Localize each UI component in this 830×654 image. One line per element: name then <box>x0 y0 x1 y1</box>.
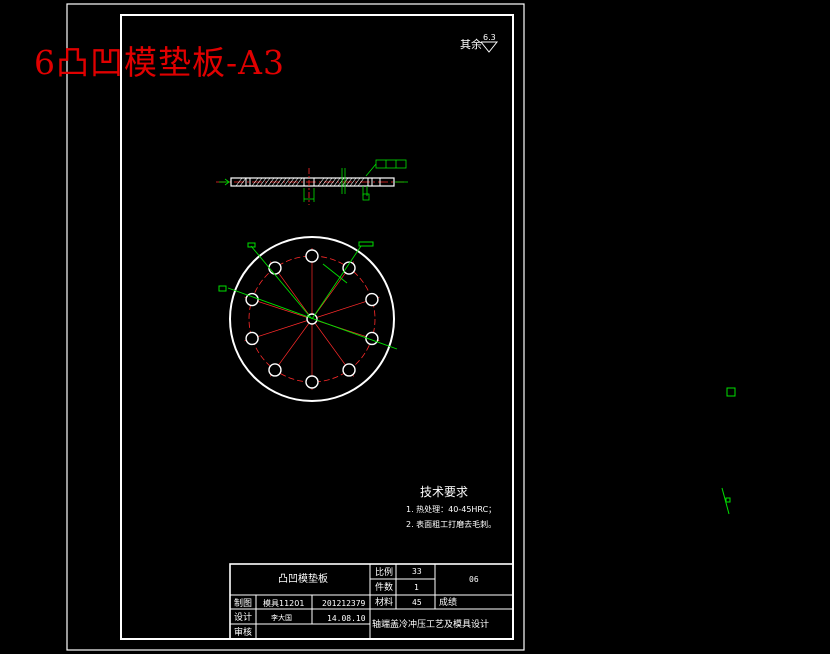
bolt-hole <box>268 261 282 275</box>
dimension-leader <box>311 245 362 320</box>
dimension-tag <box>218 285 227 292</box>
review-label: 审核 <box>234 626 252 638</box>
designer-label: 设计 <box>234 611 252 623</box>
stray-marker-arrow <box>721 487 731 515</box>
tech-requirements: 技术要求 1. 热处理：40-45HRC； 2. 表面粗工打磨去毛刺。 <box>406 485 496 529</box>
dimension-tag <box>358 241 374 247</box>
scale-value: 33 <box>412 567 422 576</box>
sheet-inner-frame <box>120 14 514 640</box>
section-view <box>216 159 408 205</box>
drawing-canvas: 其余 6.3 技术要求 1. 热处理：40-45HRC； 2. 表面粗工打磨去毛… <box>66 3 736 651</box>
tech-requirement-2: 2. 表面粗工打磨去毛刺。 <box>406 519 496 529</box>
qty-label: 件数 <box>375 581 393 593</box>
roughness-triangle-icon <box>480 41 499 53</box>
tech-requirement-1: 1. 热处理：40-45HRC； <box>406 504 496 514</box>
roughness-value: 6.3 <box>483 33 496 42</box>
sheet-outer-border <box>66 3 525 651</box>
material-label: 材料 <box>375 596 393 608</box>
scale-label: 比例 <box>375 566 393 578</box>
tech-requirements-title: 技术要求 <box>420 485 468 499</box>
bolt-hole <box>305 249 319 263</box>
material-value: 45 <box>412 598 422 607</box>
designer-name: 李大国 <box>271 613 292 622</box>
bolt-hole <box>268 363 282 377</box>
dimension-leader <box>250 245 313 320</box>
student-id: 201212379 <box>322 599 366 608</box>
design-label: 制图 <box>234 597 252 609</box>
qty-value: 1 <box>414 583 419 592</box>
surface-roughness-symbol: 其余 6.3 <box>460 33 499 53</box>
overlay-title: 6凸凹模垫板-A3 <box>34 43 285 82</box>
roughness-prefix: 其余 <box>460 37 482 51</box>
bolt-hole <box>245 331 259 346</box>
project-title: 轴端盖冷冲压工艺及模具设计 <box>372 618 489 630</box>
bolt-hole <box>342 363 356 377</box>
part-name: 凸凹模垫板 <box>278 572 328 585</box>
date-value: 14.08.10 <box>327 614 366 623</box>
bolt-hole <box>305 375 319 389</box>
class-value: 模具11201 <box>263 598 304 608</box>
title-block-text: 凸凹模垫板 比例 33 件数 1 06 材料 45 成绩 制图 模具11201 … <box>234 566 489 638</box>
grade-label: 成绩 <box>439 596 457 608</box>
sheet-number: 06 <box>469 575 479 584</box>
front-view <box>218 236 398 402</box>
bolt-hole <box>365 292 379 307</box>
stray-marker-square <box>726 387 736 397</box>
